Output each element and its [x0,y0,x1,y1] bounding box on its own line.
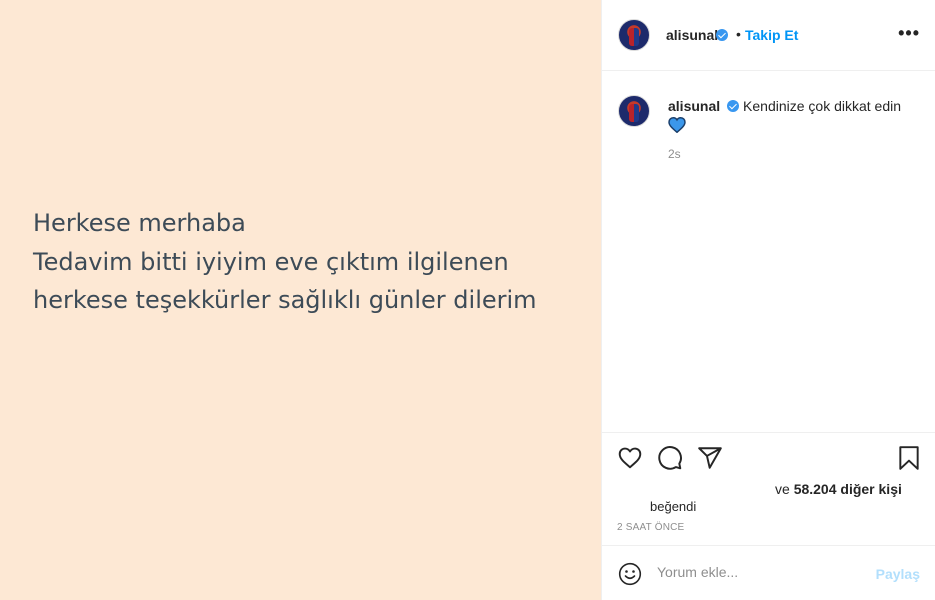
verified-badge-icon [716,29,728,41]
caption-body: alisunal Kendinize çok dikkat edin [668,97,924,133]
post-comment-button[interactable]: Paylaş [876,566,920,582]
post-header: alisunal • Takip Et ••• [602,0,935,71]
post-text-line: herkese teşekkürler sağlıklı günler dile… [33,286,537,314]
share-icon[interactable] [697,445,723,471]
post-image: Herkese merhaba Tedavim bitti iyiyim eve… [0,0,601,600]
post-text-line: Tedavim bitti iyiyim eve çıktım ilgilene… [33,247,509,276]
add-comment-bar: Paylaş [602,545,935,600]
avatar[interactable] [618,95,650,127]
header-username[interactable]: alisunal [666,27,718,43]
comment-icon[interactable] [657,445,683,471]
liker-avatar[interactable] [617,479,639,501]
post-actions: beğendi ve 58.204 diğer kişi 2 SAAT ÖNCE [602,432,935,545]
verified-badge-icon [727,100,740,112]
comment-input[interactable] [657,564,857,580]
liked-by-label: beğendi [650,499,697,514]
avatar[interactable] [618,19,650,51]
caption-username[interactable]: alisunal [668,98,720,114]
caption-text: Kendinize çok dikkat edin [743,98,902,114]
others-count[interactable]: ve 58.204 diğer kişi [775,481,902,497]
more-options-icon[interactable]: ••• [898,24,920,42]
follow-button[interactable]: Takip Et [745,27,798,43]
others-prefix: ve [775,481,790,497]
posted-time[interactable]: 2 SAAT ÖNCE [617,522,684,533]
separator-dot: • [736,26,741,42]
post-text: Herkese merhaba Tedavim bitti iyiyim eve… [33,204,573,320]
emoji-smile-icon[interactable] [618,562,642,586]
post-side-panel: alisunal • Takip Et ••• alisunal Kendini… [601,0,935,600]
others-count-value[interactable]: 58.204 diğer kişi [794,481,902,497]
blue-heart-emoji-icon [668,117,686,133]
heart-icon[interactable] [617,445,643,471]
caption-time[interactable]: 2s [668,147,681,161]
bookmark-icon[interactable] [896,445,922,471]
post-text-line: Herkese merhaba [33,209,246,237]
